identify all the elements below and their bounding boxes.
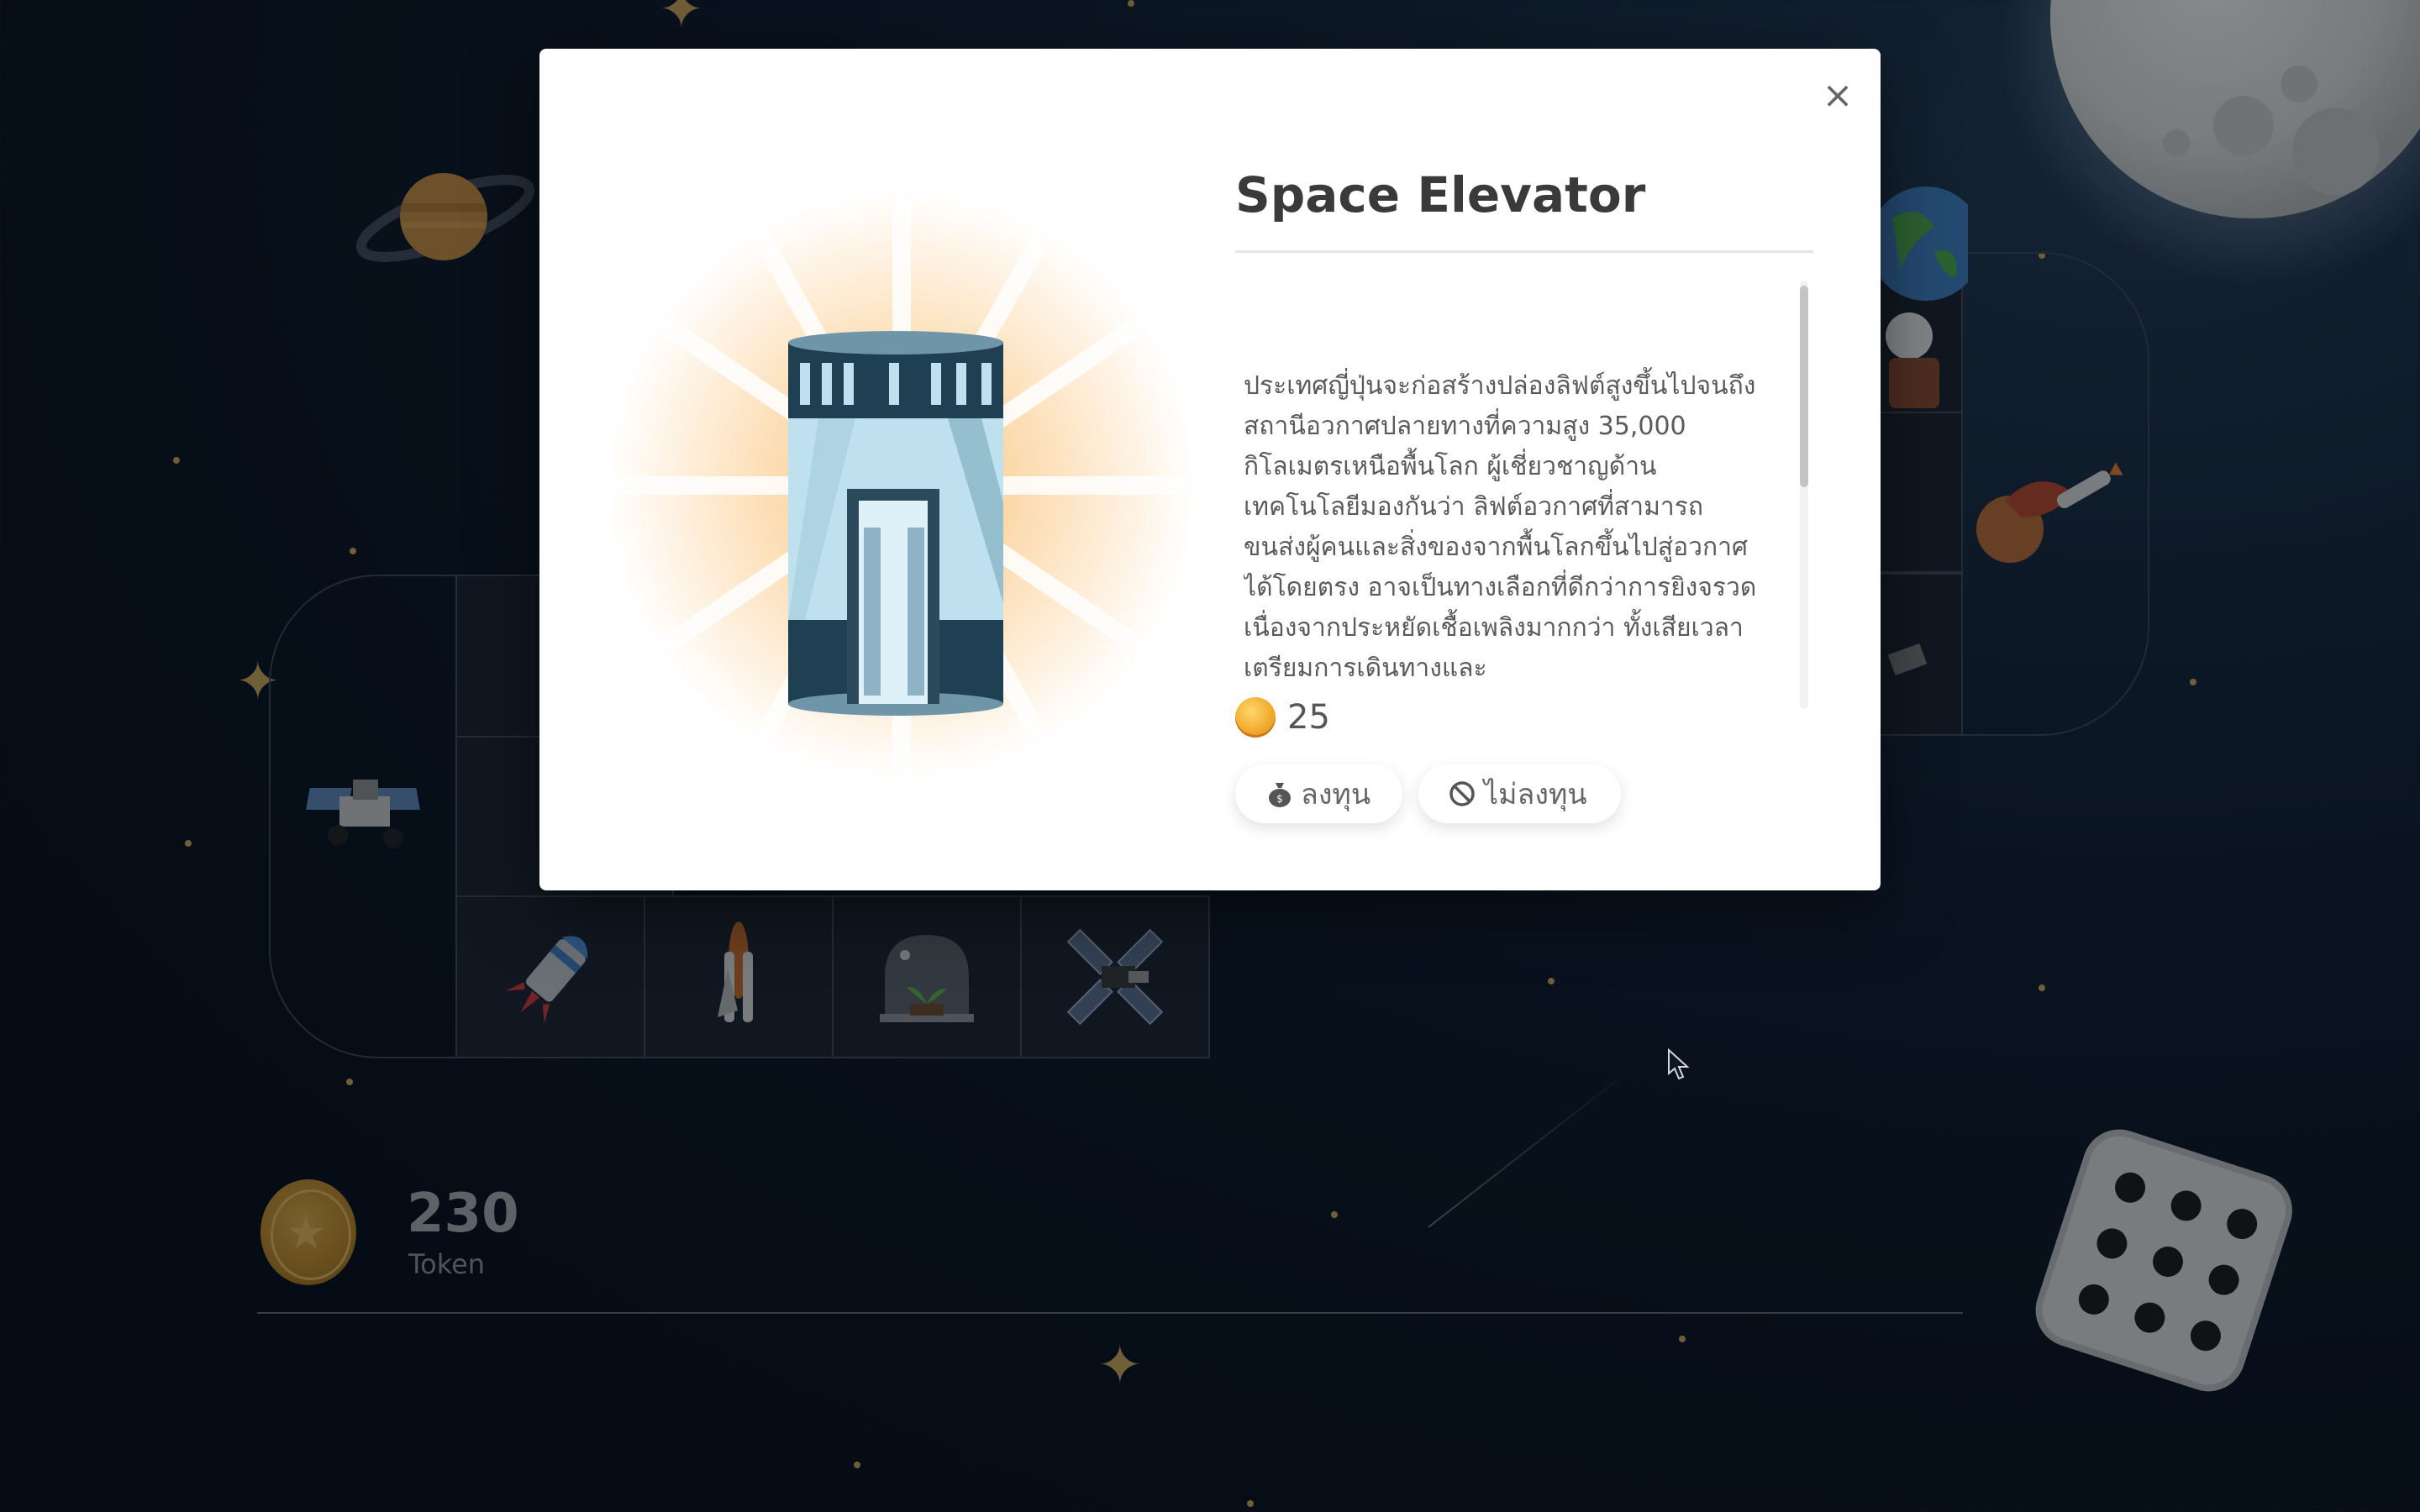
invest-label: ลงทุน xyxy=(1301,778,1371,811)
description-scroll-area[interactable]: ประเทศญี่ปุ่นจะก่อสร้างปล่องลิฟต์สูงขึ้น… xyxy=(1244,282,1765,709)
close-button[interactable]: × xyxy=(1817,73,1859,117)
divider xyxy=(1235,250,1813,253)
money-bag-icon: $ xyxy=(1269,783,1291,807)
decline-label: ไม่ลงทุน xyxy=(1484,778,1587,811)
no-entry-icon xyxy=(1449,781,1475,806)
card-modal: × Space Elevator ประเทศญี่ปุ่นจะก่อสร้าง… xyxy=(539,49,1881,890)
space-elevator-icon xyxy=(612,183,1200,788)
scrollbar-thumb[interactable] xyxy=(1800,286,1808,487)
card-cost: 25 xyxy=(1235,697,1330,738)
cost-value: 25 xyxy=(1287,698,1330,737)
scrollbar[interactable] xyxy=(1800,281,1808,709)
cursor-icon xyxy=(1668,1048,1690,1080)
coin-icon xyxy=(1235,697,1276,738)
decline-button[interactable]: ไม่ลงทุน xyxy=(1418,764,1621,823)
invest-button[interactable]: $ ลงทุน xyxy=(1235,764,1403,823)
close-icon: × xyxy=(1822,73,1854,117)
card-title: Space Elevator xyxy=(1235,166,1646,223)
svg-text:$: $ xyxy=(1276,793,1283,805)
card-description: ประเทศญี่ปุ่นจะก่อสร้างปล่องลิฟต์สูงขึ้น… xyxy=(1244,371,1757,683)
